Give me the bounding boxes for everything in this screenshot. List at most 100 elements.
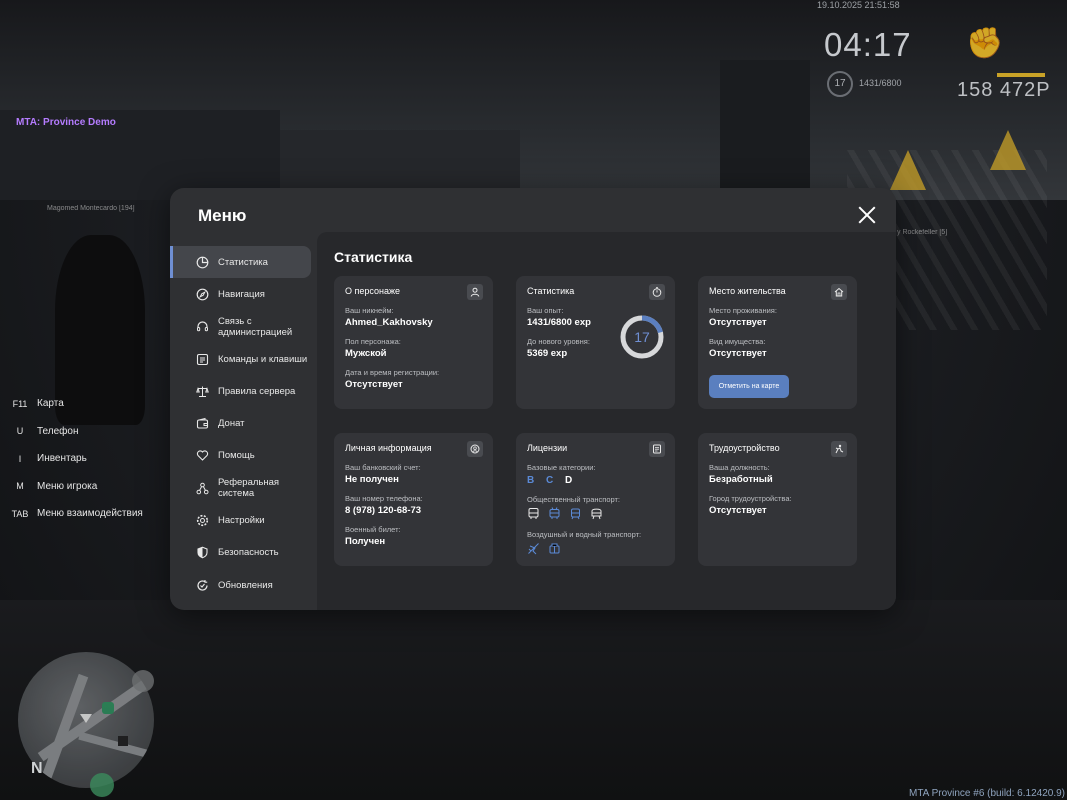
hotkey-label: Меню игрока <box>37 480 98 492</box>
hotkey-key: M <box>16 481 24 492</box>
registration-value: Отсутствует <box>345 379 403 390</box>
hud-exp: 1431/6800 <box>859 78 902 88</box>
card-residence: Место жительства Место проживания: Отсут… <box>698 276 857 409</box>
sidebar-item-label: Реферальная система <box>218 477 280 500</box>
license-category-d: D <box>565 475 573 486</box>
work-city-label: Город трудоустройства: <box>709 494 792 503</box>
hotkey-list: F11 Карта U Телефон I Инвентарь M Меню игрок… <box>8 390 143 528</box>
menu-sidebar: Статистика Навигация Связь с администрац… <box>170 246 317 601</box>
license-card-icon <box>649 441 665 457</box>
sidebar-item-referral[interactable]: Реферальная система <box>170 472 317 504</box>
compass-icon <box>196 288 209 301</box>
phone-value: 8 (978) 120-68-73 <box>345 505 422 516</box>
sidebar-item-updates[interactable]: Обновления <box>170 569 317 601</box>
sidebar-item-navigation[interactable]: Навигация <box>170 278 317 310</box>
position-value: Безработный <box>709 474 773 485</box>
air-water-transport-label: Воздушный и водный транспорт: <box>527 530 642 539</box>
headset-icon <box>196 320 209 333</box>
card-title: Место жительства <box>709 286 786 296</box>
card-title: О персонаже <box>345 286 400 296</box>
next-level-value: 5369 exp <box>527 348 568 359</box>
hotkey-phone[interactable]: U Телефон <box>8 418 143 446</box>
gold-triangle <box>990 130 1026 170</box>
gold-triangle <box>890 150 926 190</box>
license-category-c: C <box>546 475 554 486</box>
sidebar-item-rules[interactable]: Правила сервера <box>170 375 317 407</box>
exp-value: 1431/6800 exp <box>527 317 591 328</box>
sidebar-item-label: Связь с администрацией <box>218 315 293 338</box>
property-value: Отсутствует <box>709 348 767 359</box>
tree <box>720 60 810 200</box>
bank-account-label: Ваш банковский счет: <box>345 463 421 472</box>
menu-title: Меню <box>198 206 247 225</box>
gear-icon <box>196 514 209 527</box>
sidebar-item-settings[interactable]: Настройки <box>170 504 317 536</box>
hotkey-inventory[interactable]: I Инвентарь <box>8 445 143 473</box>
hud-datetime: 19.10.2025 21:51:58 <box>817 0 900 10</box>
referral-icon <box>196 482 209 495</box>
military-id-value: Получен <box>345 536 386 547</box>
sidebar-item-label: Команды и клавиши <box>218 353 308 365</box>
close-button[interactable] <box>858 206 876 224</box>
sidebar-item-donate[interactable]: Донат <box>170 407 317 439</box>
nickname-value: Ahmed_Kakhovsky <box>345 317 433 328</box>
air-water-transport-icons <box>527 542 561 555</box>
hotkey-player-menu[interactable]: M Меню игрока <box>8 473 143 501</box>
wrench-blip-icon <box>132 670 154 692</box>
card-licenses: Лицензии Базовые категории: B C D Общест… <box>516 433 675 566</box>
license-categories: B C D <box>527 475 578 486</box>
sidebar-item-label: Статистика <box>218 256 268 268</box>
sidebar-item-label: Правила сервера <box>218 385 296 397</box>
statistics-panel: Статистика О персонаже Ваш никнейм: Ahme… <box>317 232 896 610</box>
worker-icon <box>831 441 847 457</box>
sidebar-item-label: Помощь <box>218 450 255 462</box>
sidebar-item-help[interactable]: Помощь <box>170 440 317 472</box>
hotkey-label: Телефон <box>37 425 79 437</box>
next-level-label: До нового уровня: <box>527 337 590 346</box>
property-label: Вид имущества: <box>709 337 766 346</box>
gender-label: Пол персонажа: <box>345 337 401 346</box>
hotkey-interaction-menu[interactable]: TAB Меню взаимодействия <box>8 500 143 528</box>
house-blip-icon <box>102 702 114 714</box>
player-arrow-icon <box>80 714 92 723</box>
military-id-label: Военный билет: <box>345 525 401 534</box>
residence-label: Место проживания: <box>709 306 777 315</box>
boat-icon <box>549 543 560 554</box>
exp-label: Ваш опыт: <box>527 306 564 315</box>
build-info: MTA Province #6 (build: 6.12420.9) <box>908 788 1065 799</box>
gender-value: Мужской <box>345 348 387 359</box>
hotkey-label: Меню взаимодействия <box>37 508 143 520</box>
nickname-label: Ваш никнейм: <box>345 306 394 315</box>
heart-hand-icon <box>196 449 209 462</box>
level-progress-ring: 17 <box>620 315 664 359</box>
hud-money: 158 472Р <box>957 79 1051 101</box>
player-nametag: Magomed Montecardo [194] <box>47 205 135 212</box>
sidebar-item-statistics[interactable]: Статистика <box>170 246 311 279</box>
card-employment: Трудоустройство Ваша должность: Безработ… <box>698 433 857 566</box>
trolleybus-icon <box>549 507 560 519</box>
work-city-value: Отсутствует <box>709 505 767 516</box>
plane-icon <box>528 543 539 555</box>
sidebar-item-label: Настройки <box>218 515 265 527</box>
car-blip-icon <box>90 773 114 797</box>
minimap-road <box>78 731 154 761</box>
blip-icon <box>118 736 128 746</box>
stopwatch-icon <box>649 284 665 300</box>
mark-on-map-button[interactable]: Отметить на карте <box>709 375 789 398</box>
sidebar-item-commands[interactable]: Команды и клавиши <box>170 343 317 375</box>
bank-account-value: Не получен <box>345 474 399 485</box>
hotkey-map[interactable]: F11 Карта <box>8 390 143 418</box>
card-title: Лицензии <box>527 443 568 453</box>
compass-north: N <box>31 760 43 777</box>
hotkey-key: U <box>16 426 24 437</box>
fist-icon: ✊ <box>966 27 1004 60</box>
sidebar-item-label: Безопасность <box>218 547 279 559</box>
hotkey-label: Карта <box>37 398 64 410</box>
sidebar-item-admin-contact[interactable]: Связь с администрацией <box>170 311 317 343</box>
card-title: Статистика <box>527 286 575 296</box>
bus-icon <box>528 508 539 519</box>
sidebar-item-security[interactable]: Безопасность <box>170 537 317 569</box>
public-transport-icons <box>527 507 603 520</box>
hotkey-key: F11 <box>12 398 28 409</box>
metro-icon <box>591 508 602 520</box>
